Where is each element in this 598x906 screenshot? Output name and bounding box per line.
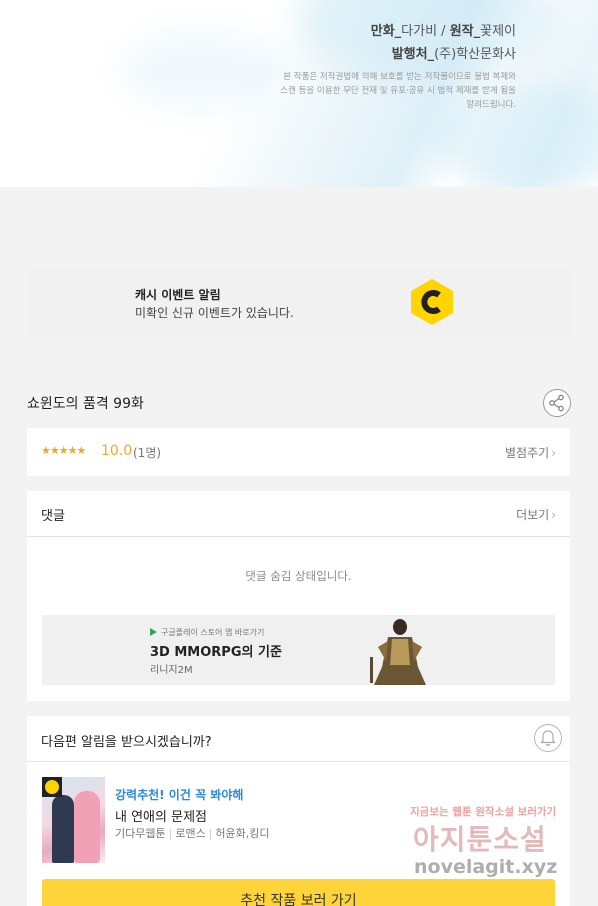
rating-stars: ★★★★★ [41, 444, 86, 457]
comments-more-label: 더보기 [516, 508, 550, 522]
chevron-right-icon: › [551, 508, 556, 522]
comments-more-link[interactable]: 더보기 › [516, 506, 556, 523]
google-play-icon [150, 628, 157, 636]
share-icon [549, 394, 564, 412]
episode-title: 쇼윈도의 품격 99화 [27, 396, 144, 412]
rec-meta-genre: 로맨스 [175, 827, 206, 840]
thumbnail-figure [52, 795, 74, 863]
credit-role-publisher: 발행처_ [391, 47, 435, 62]
credit-original: 꽃제이 [480, 24, 516, 39]
rate-button[interactable]: 별점주기 › [505, 444, 556, 461]
rec-meta-type: 기다무웹툰 [115, 827, 166, 840]
bell-icon [540, 730, 556, 746]
watermark-line-1: 지금보는 웹툰 원작소설 보러가기 [410, 806, 557, 818]
credit-artist: 다가비 / [401, 24, 450, 39]
credit-line-2: 발행처_(주)학산문화사 [371, 43, 516, 66]
view-recommendations-button[interactable]: 추천 작품 보러 가기 [42, 879, 555, 906]
google-play-line: 구글플레이 스토어 앱 바로가기 [150, 627, 264, 638]
rec-meta-authors: 허윤화,킹디 [215, 827, 270, 840]
credit-line-1: 만화_다가비 / 원작_꽃제이 [371, 20, 516, 43]
watermark-line-3: novelagit.xyz [414, 856, 558, 878]
comments-panel: 댓글 더보기 › 댓글 숨김 상태입니다. 구글플레이 스토어 앱 바로가기 3D… [27, 491, 570, 701]
share-button[interactable] [543, 389, 571, 417]
rating-score: 10.0 [101, 443, 133, 459]
ad-headline: 3D MMORPG의 기준 [150, 645, 282, 660]
rating-votes: (1명) [133, 446, 162, 460]
credit-role-artist: 만화_ [370, 24, 402, 39]
chevron-right-icon: › [551, 446, 556, 460]
ad-banner[interactable]: 구글플레이 스토어 앱 바로가기 3D MMORPG의 기준 리니지2M [42, 615, 555, 685]
episode-footer-hero: 만화_다가비 / 원작_꽃제이 발행처_(주)학산문화사 본 작품은 저작권법에… [0, 0, 598, 187]
cash-event-banner[interactable]: 캐시 이벤트 알림 미확인 신규 이벤트가 있습니다. [27, 267, 570, 337]
notify-bell-button[interactable] [534, 724, 562, 752]
comments-header: 댓글 더보기 › [27, 491, 570, 537]
recommended-title[interactable]: 내 연애의 문제점 [115, 806, 207, 825]
credit-role-original: 원작_ [449, 24, 481, 39]
watermark-line-2: 아지툰소설 [413, 823, 547, 856]
comments-label: 댓글 [41, 509, 65, 524]
wait-free-clock-icon [42, 777, 62, 797]
copyright-notice: 본 작품은 저작권법에 의해 보호를 받는 저작물이므로 불법 복제와 스캔 등… [280, 72, 516, 110]
ad-store-line: 구글플레이 스토어 앱 바로가기 [161, 628, 265, 637]
rating-panel: ★★★★★ 10.0 (1명) 별점주기 › [27, 428, 570, 476]
rate-button-label: 별점주기 [505, 446, 550, 460]
thumbnail-figure [74, 791, 100, 863]
credit-publisher: (주)학산문화사 [434, 47, 516, 62]
notify-question: 다음편 알림을 받으시겠습니까? [41, 735, 212, 750]
divider [27, 761, 570, 762]
event-subtitle: 미확인 신규 이벤트가 있습니다. [135, 306, 294, 320]
event-title: 캐시 이벤트 알림 [135, 288, 221, 302]
cash-c-icon [411, 279, 453, 325]
ad-character-image [370, 619, 426, 685]
recommended-meta: 기다무웹툰 | 로맨스 | 허윤화,킹디 [115, 825, 270, 841]
meta-separator: | [168, 827, 173, 840]
meta-separator: | [208, 827, 213, 840]
credits: 만화_다가비 / 원작_꽃제이 발행처_(주)학산문화사 [371, 20, 516, 66]
ad-game-name: 리니지2M [150, 665, 193, 676]
decorative-splash [120, 30, 280, 110]
recommendation-tag: 강력추천! 이건 꼭 봐야해 [115, 788, 244, 802]
comments-hidden-message: 댓글 숨김 상태입니다. [245, 569, 352, 583]
recommended-thumbnail[interactable] [42, 777, 105, 863]
